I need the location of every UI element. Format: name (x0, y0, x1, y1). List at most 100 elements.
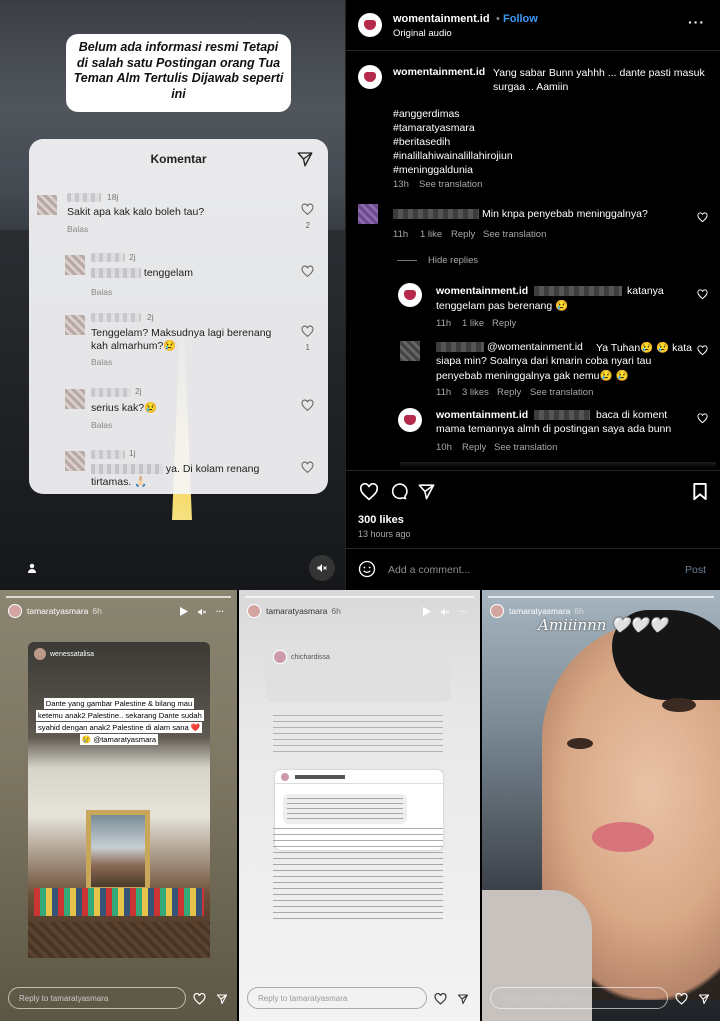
story-actions (434, 993, 469, 1005)
reply-input[interactable]: Reply to tamaratyasmara (8, 987, 186, 1009)
caption-avatar[interactable] (358, 65, 382, 89)
send-icon[interactable] (457, 993, 469, 1005)
post-button[interactable]: Post (685, 564, 706, 576)
reply-link[interactable]: Balas (67, 224, 88, 234)
reply-likes[interactable]: 3 likes (462, 387, 489, 398)
story-avatar[interactable] (8, 604, 22, 618)
mention-blurred (534, 410, 590, 421)
reply-author[interactable]: womentainment.id (436, 409, 528, 421)
letter-text-lines (273, 828, 443, 924)
heart-icon[interactable] (301, 461, 314, 474)
reply-link[interactable]: Reply (451, 229, 475, 240)
mention-blurred (91, 464, 163, 475)
story-avatar[interactable] (247, 604, 261, 618)
see-translation[interactable]: See translation (494, 442, 557, 453)
story-3[interactable]: tamaratyasmara 6h Amiiinnn 🤍🤍🤍 Reply to t… (482, 590, 720, 1021)
shared-username: wenessatalisa (50, 650, 94, 658)
chat-avatar (281, 772, 289, 781)
comment-likes[interactable]: 1 like (420, 229, 442, 240)
story-progress (6, 596, 231, 598)
like-count[interactable]: 300 likes (358, 514, 404, 526)
more-options-icon[interactable]: ··· (216, 607, 224, 617)
hide-replies[interactable]: Hide replies (428, 255, 478, 266)
heart-icon[interactable] (434, 993, 447, 1005)
story-username[interactable]: tamaratyasmara (266, 606, 327, 616)
heart-icon[interactable] (193, 993, 206, 1005)
send-icon[interactable] (216, 993, 228, 1005)
heart-icon[interactable] (301, 203, 314, 216)
reply-text: mama temannya almh di postingan saya ada… (436, 423, 672, 435)
speaker-muted-icon[interactable] (197, 607, 207, 617)
like-heart-icon[interactable] (359, 483, 379, 501)
reply-author[interactable]: womentainment.id (436, 285, 528, 297)
reel-comment: 2j Tenggelam? Maksudnya lagi berenang ka… (29, 311, 328, 373)
reply-link[interactable]: Balas (91, 357, 112, 367)
reel-caption: Belum ada informasi resmi Tetapi di sala… (66, 34, 291, 112)
username-blurred (91, 388, 131, 397)
heart-icon[interactable] (301, 399, 314, 412)
share-icon[interactable] (417, 482, 436, 501)
see-translation[interactable]: See translation (483, 229, 546, 240)
reply-link[interactable]: Reply (497, 387, 521, 398)
heart-icon[interactable] (697, 212, 708, 223)
reel-video[interactable]: Belum ada informasi resmi Tetapi di sala… (0, 0, 345, 590)
comment-icon[interactable] (389, 482, 408, 501)
user-icon[interactable] (27, 563, 37, 573)
story-time: 6h (574, 606, 584, 616)
avatar (65, 255, 85, 275)
see-translation[interactable]: See translation (419, 179, 482, 190)
reply-link[interactable]: Reply (462, 442, 486, 453)
story-2[interactable]: tamaratyasmara 6h ··· chichardissa Reply … (239, 590, 480, 1021)
caption-author[interactable]: womentainment.id (393, 66, 485, 78)
add-comment-input[interactable]: Add a comment... (388, 564, 470, 576)
reply-likes[interactable]: 1 like (462, 318, 484, 329)
post-time: 13 hours ago (358, 529, 411, 539)
hashtag[interactable]: #meninggaldunia (393, 164, 473, 176)
hashtag[interactable]: #tamaratyasmara (393, 122, 475, 134)
reply-text: baca di koment (596, 409, 668, 421)
story-username[interactable]: tamaratyasmara (509, 606, 570, 616)
hashtag[interactable]: #inalillahiwainalillahirojiun (393, 150, 513, 162)
bookmark-icon[interactable] (692, 482, 708, 501)
more-options-icon[interactable]: ··· (459, 607, 467, 617)
emoji-icon[interactable] (358, 560, 376, 578)
audio-label[interactable]: Original audio (393, 28, 452, 39)
see-translation[interactable]: See translation (530, 387, 593, 398)
account-avatar[interactable] (358, 13, 382, 37)
mute-button[interactable] (309, 555, 335, 581)
username-blurred (393, 209, 479, 220)
story-1[interactable]: tamaratyasmara 6h ··· wenessatalisa Dante… (0, 590, 237, 1021)
reply-input[interactable]: Reply to tamaratyasmara (490, 987, 668, 1009)
reply-avatar[interactable] (400, 341, 420, 361)
reply-avatar[interactable] (398, 283, 422, 307)
send-icon[interactable] (698, 993, 710, 1005)
heart-icon[interactable] (301, 265, 314, 278)
reply-mention[interactable]: @womentainment.id (487, 341, 583, 353)
account-name[interactable]: womentainment.id (393, 13, 490, 25)
reply-link[interactable]: Balas (91, 287, 112, 297)
play-icon[interactable] (180, 607, 188, 616)
comments-title: Komentar (150, 152, 207, 166)
hashtag[interactable]: #beritasedih (393, 136, 450, 148)
reply-link[interactable]: Reply (492, 318, 516, 329)
speaker-muted-icon[interactable] (440, 607, 450, 617)
heart-icon[interactable] (697, 289, 708, 300)
reply-input[interactable]: Reply to tamaratyasmara (247, 987, 427, 1009)
comments-header: Komentar (29, 139, 328, 179)
hashtag[interactable]: #anggerdimas (393, 108, 460, 120)
comment-text: serius kak?😢 (91, 402, 158, 414)
reply-avatar[interactable] (398, 408, 422, 432)
toy-display (34, 888, 204, 916)
more-options-icon[interactable]: ··· (688, 14, 705, 30)
reply-link[interactable]: Balas (91, 420, 112, 430)
story-username[interactable]: tamaratyasmara (27, 606, 88, 616)
follow-button[interactable]: Follow (503, 13, 538, 25)
commenter-avatar[interactable] (358, 204, 378, 224)
play-icon[interactable] (423, 607, 431, 616)
heart-icon[interactable] (301, 325, 314, 338)
heart-icon[interactable] (697, 345, 708, 356)
avatar (65, 315, 85, 335)
story-avatar[interactable] (490, 604, 504, 618)
heart-icon[interactable] (675, 993, 688, 1005)
heart-icon[interactable] (697, 413, 708, 424)
